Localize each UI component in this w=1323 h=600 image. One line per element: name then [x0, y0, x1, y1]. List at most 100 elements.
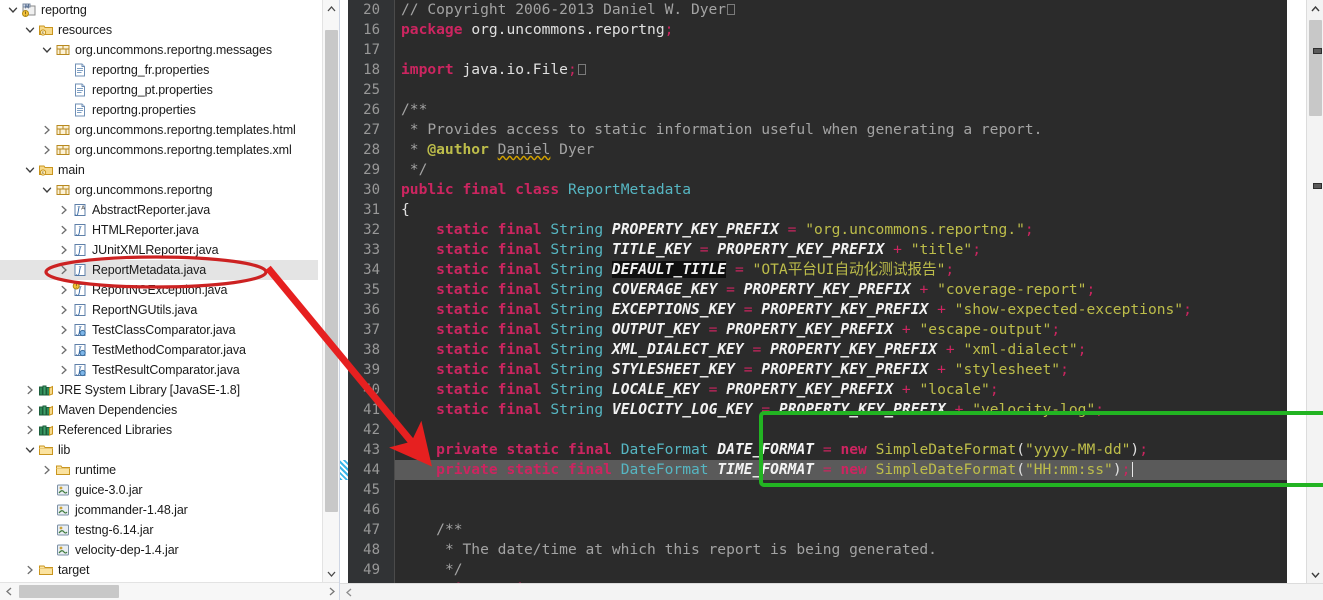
code-line[interactable]: /**: [395, 100, 1287, 120]
chevron-right-icon[interactable]: [57, 360, 71, 380]
editor-overview-marker[interactable]: [1313, 183, 1322, 189]
tree-item-jcommander-1-48-jar[interactable]: jcommander-1.48.jar: [0, 500, 318, 520]
chevron-right-icon[interactable]: [40, 140, 54, 160]
line-number[interactable]: 17: [348, 40, 394, 60]
line-number[interactable]: 39: [348, 360, 394, 380]
line-number[interactable]: 48: [348, 540, 394, 560]
code-line[interactable]: private static final DateFormat DATE_FOR…: [395, 440, 1287, 460]
line-number[interactable]: 27: [348, 120, 394, 140]
line-number[interactable]: 33: [348, 240, 394, 260]
code-line[interactable]: static final String TITLE_KEY = PROPERTY…: [395, 240, 1287, 260]
chevron-down-icon[interactable]: [40, 40, 54, 60]
tree-item-main[interactable]: s main: [0, 160, 318, 180]
tree-item-testng-6-14-jar[interactable]: testng-6.14.jar: [0, 520, 318, 540]
chevron-right-icon[interactable]: [57, 200, 71, 220]
line-number[interactable]: 16: [348, 20, 394, 40]
code-line[interactable]: * The date/time at which this report is …: [395, 540, 1287, 560]
tree-item-org-uncommons-reportng-messages[interactable]: org.uncommons.reportng.messages: [0, 40, 318, 60]
line-number[interactable]: 25: [348, 80, 394, 100]
chevron-right-icon[interactable]: [57, 300, 71, 320]
explorer-hscroll-thumb[interactable]: [19, 585, 119, 598]
code-line[interactable]: static final String COVERAGE_KEY = PROPE…: [395, 280, 1287, 300]
tree-item-jre-system-library[interactable]: JRE System Library [JavaSE-1.8]: [0, 380, 318, 400]
code-line[interactable]: public final class ReportMetadata: [395, 180, 1287, 200]
code-line[interactable]: static final String PROPERTY_KEY_PREFIX …: [395, 220, 1287, 240]
chevron-down-icon[interactable]: [23, 20, 37, 40]
line-number[interactable]: 44: [348, 460, 394, 480]
scroll-down-arrow-icon[interactable]: [323, 565, 339, 582]
code-line[interactable]: /**: [395, 520, 1287, 540]
chevron-right-icon[interactable]: [40, 120, 54, 140]
tree-item-junitxmlreporter-java[interactable]: J JUnitXMLReporter.java: [0, 240, 318, 260]
line-number[interactable]: 31: [348, 200, 394, 220]
tree-item-runtime[interactable]: runtime: [0, 460, 318, 480]
line-number[interactable]: 32: [348, 220, 394, 240]
tree-item-guice-3-0-jar[interactable]: guice-3.0.jar: [0, 480, 318, 500]
code-line[interactable]: * @author Daniel Dyer: [395, 140, 1287, 160]
chevron-down-icon[interactable]: [23, 440, 37, 460]
editor-scroll-thumb[interactable]: [1309, 20, 1322, 116]
code-text-area[interactable]: // Copyright 2006-2013 Daniel W. Dyer pac…: [394, 0, 1287, 583]
line-number[interactable]: 47: [348, 520, 394, 540]
tree-item-lib[interactable]: lib: [0, 440, 318, 460]
code-line[interactable]: // Copyright 2006-2013 Daniel W. Dyer: [395, 0, 1287, 20]
tree-item-abstractreporter-java[interactable]: J A AbstractReporter.java: [0, 200, 318, 220]
project-tree[interactable]: M! reportng s resources org.uncommons.report…: [0, 0, 318, 582]
editor-scroll-down-arrow-icon[interactable]: [1307, 566, 1323, 583]
line-number[interactable]: 20: [348, 0, 394, 20]
tree-item-testmethodcomparator-java[interactable]: J TestMethodComparator.java: [0, 340, 318, 360]
code-editor[interactable]: 20 16 17 18 25 26 27 28 29 30 31 32 33 34 35 36 37 38 39 40…: [340, 0, 1287, 583]
tree-item-reportng[interactable]: M! reportng: [0, 0, 318, 20]
chevron-down-icon[interactable]: [23, 160, 37, 180]
code-line[interactable]: [395, 80, 1287, 100]
line-number[interactable]: 43: [348, 440, 394, 460]
line-number[interactable]: 45: [348, 480, 394, 500]
code-line[interactable]: static final String DEFAULT_TITLE = "OTA…: [395, 260, 1287, 280]
chevron-right-icon[interactable]: [57, 280, 71, 300]
tree-item-reportngexception-java[interactable]: J! ReportNGException.java: [0, 280, 318, 300]
line-number[interactable]: 41: [348, 400, 394, 420]
tree-item-velocity-dep-1-4-jar[interactable]: velocity-dep-1.4.jar: [0, 540, 318, 560]
code-line[interactable]: static final String XML_DIALECT_KEY = PR…: [395, 340, 1287, 360]
line-number[interactable]: 46: [348, 500, 394, 520]
tree-item-target[interactable]: target: [0, 560, 318, 580]
editor-vertical-scrollbar[interactable]: [1306, 0, 1323, 583]
code-line[interactable]: * Provides access to static information …: [395, 120, 1287, 140]
tree-item-org-uncommons-reportng-templates-xml[interactable]: org.uncommons.reportng.templates.xml: [0, 140, 318, 160]
line-number[interactable]: 34: [348, 260, 394, 280]
chevron-right-icon[interactable]: [57, 340, 71, 360]
chevron-right-icon[interactable]: [23, 560, 37, 580]
line-number[interactable]: 35: [348, 280, 394, 300]
tree-item-testresultcomparator-java[interactable]: J TestResultComparator.java: [0, 360, 318, 380]
chevron-right-icon[interactable]: [57, 220, 71, 240]
tree-item-maven-dependencies[interactable]: Maven Dependencies: [0, 400, 318, 420]
code-line[interactable]: {: [395, 200, 1287, 220]
tree-item-htmlreporter-java[interactable]: J HTMLReporter.java: [0, 220, 318, 240]
chevron-right-icon[interactable]: [23, 380, 37, 400]
chevron-right-icon[interactable]: [57, 260, 71, 280]
explorer-vertical-scrollbar[interactable]: [322, 0, 339, 582]
code-line[interactable]: static final String OUTPUT_KEY = PROPERT…: [395, 320, 1287, 340]
code-line[interactable]: */: [395, 560, 1287, 580]
code-line[interactable]: static final String EXCEPTIONS_KEY = PRO…: [395, 300, 1287, 320]
code-line[interactable]: private static final DateFormat TIME_FOR…: [395, 460, 1287, 480]
code-line[interactable]: static final String LOCALE_KEY = PROPERT…: [395, 380, 1287, 400]
tree-item-reportng-pt-properties[interactable]: reportng_pt.properties: [0, 80, 318, 100]
tree-item-referenced-libraries[interactable]: Referenced Libraries: [0, 420, 318, 440]
editor-scroll-up-arrow-icon[interactable]: [1307, 0, 1323, 17]
chevron-right-icon[interactable]: [23, 420, 37, 440]
chevron-right-icon[interactable]: [57, 320, 71, 340]
scroll-up-arrow-icon[interactable]: [323, 0, 339, 17]
line-number[interactable]: 37: [348, 320, 394, 340]
code-line[interactable]: static final String STYLESHEET_KEY = PRO…: [395, 360, 1287, 380]
chevron-right-icon[interactable]: [40, 460, 54, 480]
code-line[interactable]: */: [395, 160, 1287, 180]
line-number[interactable]: 18: [348, 60, 394, 80]
line-number[interactable]: 29: [348, 160, 394, 180]
code-line[interactable]: [395, 480, 1287, 500]
editor-horizontal-scrollbar[interactable]: [340, 583, 1323, 600]
chevron-down-icon[interactable]: [6, 0, 20, 20]
scroll-right-arrow-icon[interactable]: [323, 583, 339, 600]
code-line[interactable]: [395, 40, 1287, 60]
scroll-left-arrow-icon[interactable]: [0, 583, 17, 600]
